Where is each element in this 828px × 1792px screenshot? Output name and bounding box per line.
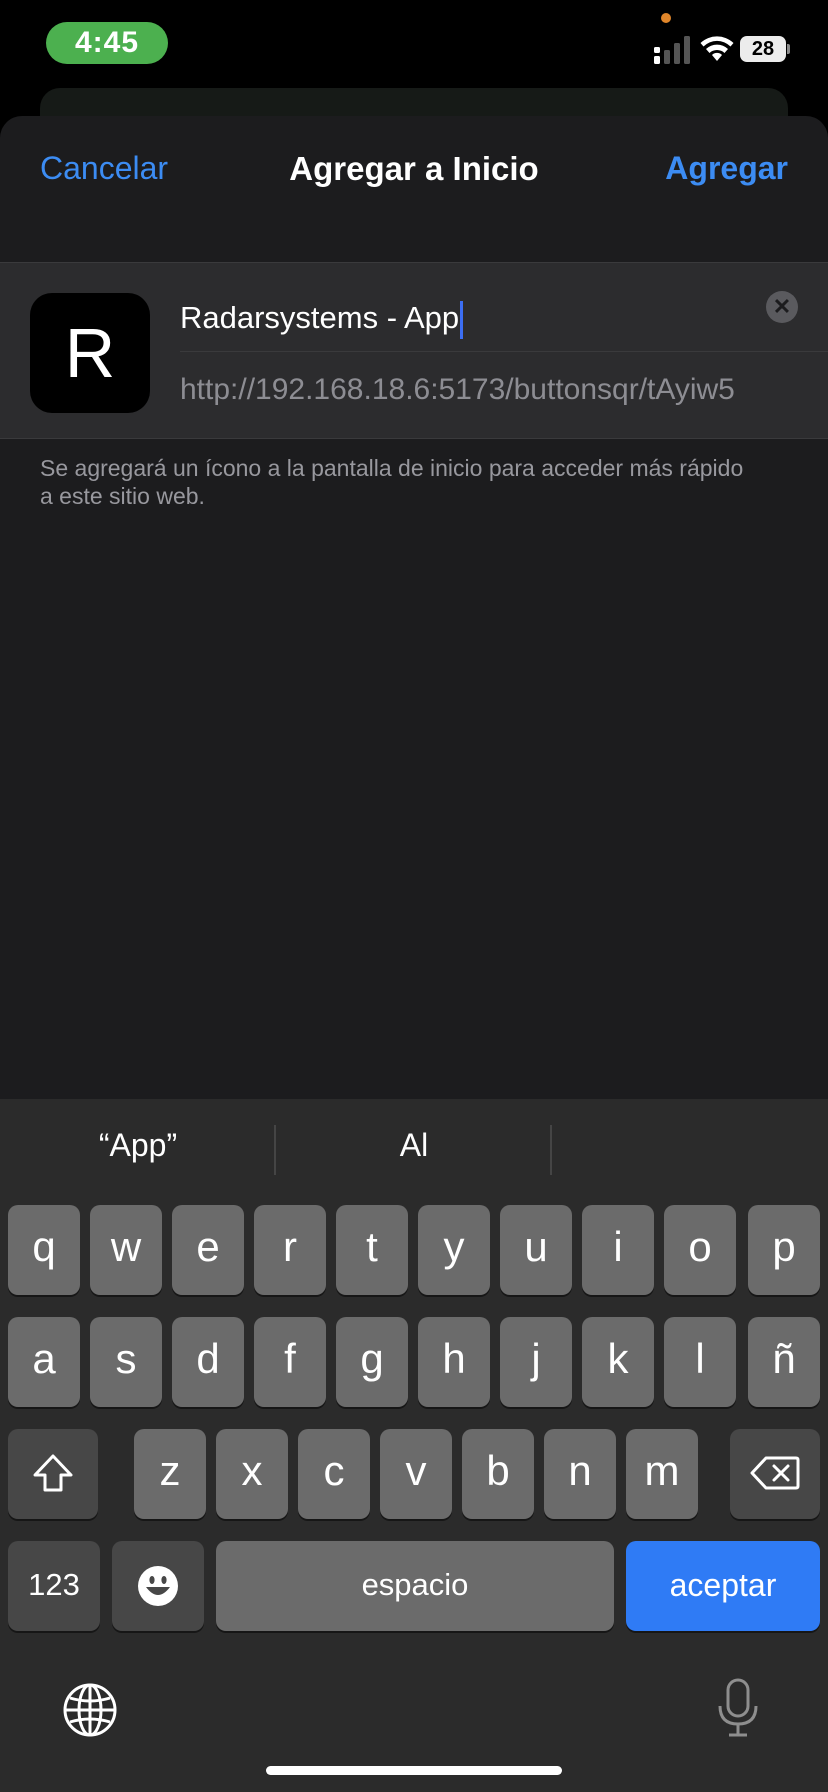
numbers-key[interactable]: 123 [8, 1541, 100, 1631]
key-u[interactable]: u [500, 1205, 572, 1295]
key-i[interactable]: i [582, 1205, 654, 1295]
key-l[interactable]: l [664, 1317, 736, 1407]
field-divider [180, 351, 828, 352]
key-n[interactable]: n [544, 1429, 616, 1519]
key-r[interactable]: r [254, 1205, 326, 1295]
status-bar: 4:45 28 [0, 0, 828, 100]
suggestion-bar: “App” Al [0, 1099, 828, 1199]
clear-text-icon[interactable]: ✕ [766, 291, 798, 323]
suggestion-item[interactable]: “App” [0, 1127, 276, 1164]
key-z[interactable]: z [134, 1429, 206, 1519]
key-x[interactable]: x [216, 1429, 288, 1519]
shortcut-name-value: Radarsystems - App [180, 300, 460, 335]
key-g[interactable]: g [336, 1317, 408, 1407]
helper-text: Se agregará un ícono a la pantalla de in… [40, 455, 744, 509]
shortcut-url: http://192.168.18.6:5173/buttonsqr/tAyiw… [180, 373, 735, 406]
text-cursor [460, 300, 464, 339]
keyboard: “App” Al q w e r t y u i o p a s d f g h… [0, 1099, 828, 1792]
privacy-indicator-dot [661, 13, 671, 23]
add-button[interactable]: Agregar [665, 150, 788, 187]
shift-key[interactable] [8, 1429, 98, 1519]
shortcut-form: R Radarsystems - App http://192.168.18.6… [0, 262, 828, 439]
status-time: 4:45 [46, 22, 168, 64]
key-n-tilde[interactable]: ñ [748, 1317, 820, 1407]
battery-level: 28 [740, 36, 786, 62]
key-m[interactable]: m [626, 1429, 698, 1519]
key-k[interactable]: k [582, 1317, 654, 1407]
globe-icon[interactable] [62, 1682, 118, 1738]
home-indicator[interactable] [266, 1766, 562, 1775]
key-w[interactable]: w [90, 1205, 162, 1295]
key-q[interactable]: q [8, 1205, 80, 1295]
key-t[interactable]: t [336, 1205, 408, 1295]
key-a[interactable]: a [8, 1317, 80, 1407]
key-p[interactable]: p [748, 1205, 820, 1295]
shift-icon [33, 1454, 73, 1492]
key-b[interactable]: b [462, 1429, 534, 1519]
return-key[interactable]: aceptar [626, 1541, 820, 1631]
key-y[interactable]: y [418, 1205, 490, 1295]
key-f[interactable]: f [254, 1317, 326, 1407]
space-key[interactable]: espacio [216, 1541, 614, 1631]
battery-tip [787, 44, 790, 54]
key-j[interactable]: j [500, 1317, 572, 1407]
delete-key[interactable] [730, 1429, 820, 1519]
cancel-button[interactable]: Cancelar [40, 150, 168, 187]
key-d[interactable]: d [172, 1317, 244, 1407]
suggestion-item[interactable]: Al [276, 1127, 552, 1164]
cellular-signal-icon [654, 36, 690, 64]
wifi-icon [700, 36, 734, 61]
battery-icon: 28 [740, 36, 790, 62]
suggestion-divider [550, 1125, 552, 1175]
key-s[interactable]: s [90, 1317, 162, 1407]
app-icon-preview: R [30, 293, 150, 413]
key-o[interactable]: o [664, 1205, 736, 1295]
key-h[interactable]: h [418, 1317, 490, 1407]
key-v[interactable]: v [380, 1429, 452, 1519]
key-c[interactable]: c [298, 1429, 370, 1519]
emoji-icon [138, 1566, 178, 1606]
microphone-icon[interactable] [716, 1678, 760, 1738]
backspace-icon [750, 1456, 800, 1490]
emoji-key[interactable] [112, 1541, 204, 1631]
key-e[interactable]: e [172, 1205, 244, 1295]
shortcut-name-input[interactable]: Radarsystems - App [180, 289, 740, 347]
